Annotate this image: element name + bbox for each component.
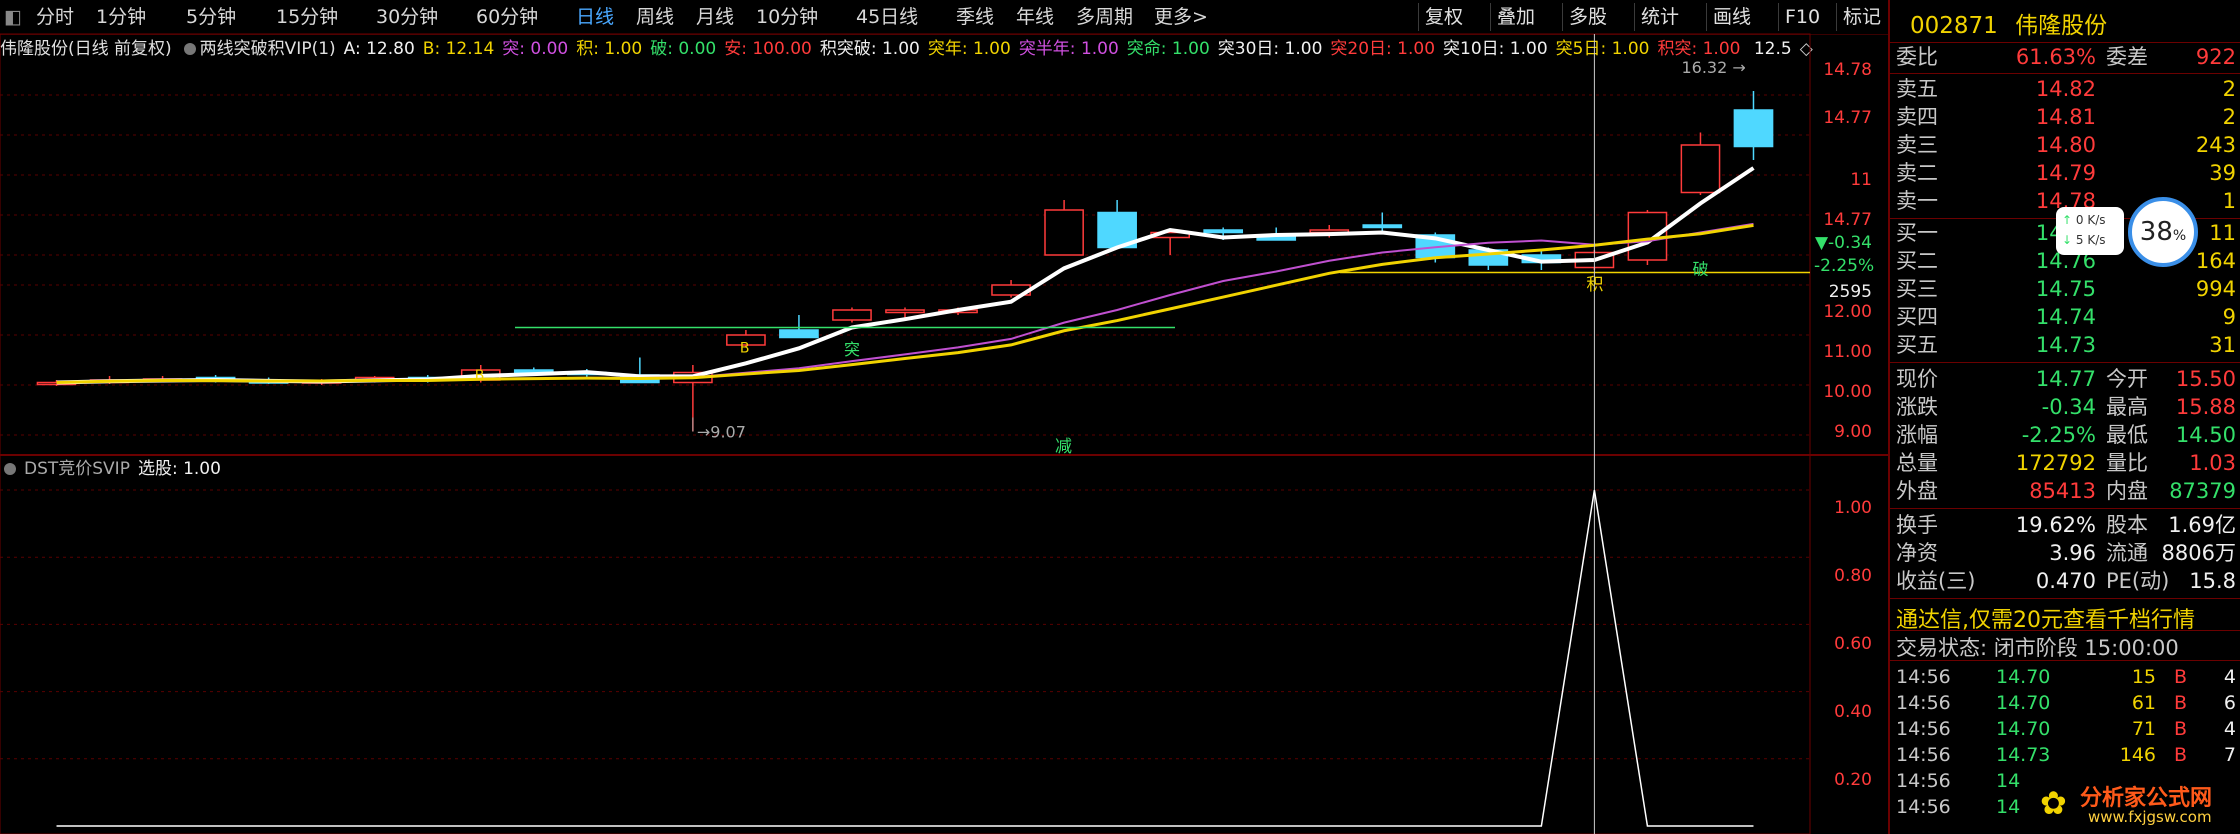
candle-body[interactable] bbox=[832, 309, 872, 321]
candle-body[interactable] bbox=[885, 309, 925, 314]
stock-name: 伟隆股份 bbox=[2015, 13, 2108, 39]
stat-row-2: 涨幅 -2.25% 最低 14.50 bbox=[1896, 423, 2236, 447]
mark-po: 破 bbox=[1692, 260, 1708, 279]
mark-b-2: B bbox=[475, 368, 485, 384]
price-tick-3: 14.77 bbox=[1823, 210, 1872, 230]
stat-row-0: 现价 14.77 今开 15.50 bbox=[1896, 367, 2236, 391]
download-arrow-icon: ↓ bbox=[2062, 233, 2073, 247]
stat-row-4: 外盘 85413 内盘 87379 bbox=[1896, 479, 2236, 503]
weibi-row: 委比 61.63% 委差 922 bbox=[1896, 45, 2236, 69]
tick-row-1: 14:56 14.70 61 B 6 bbox=[1896, 692, 2236, 714]
stock-code: 002871 bbox=[1910, 13, 1998, 39]
price-tick-0: 14.78 bbox=[1823, 60, 1872, 80]
price-tick-10: 9.00 bbox=[1834, 422, 1872, 442]
stat2-row-1: 净资 3.96 流通 8806万 bbox=[1896, 541, 2236, 565]
sell-level-2[interactable]: 卖二 14.79 39 bbox=[1896, 160, 2236, 187]
sub-tick-1: 0.80 bbox=[1834, 566, 1872, 586]
low-label: →9.07 bbox=[697, 423, 746, 442]
candle-body[interactable] bbox=[1680, 144, 1721, 194]
mark-b-1: B bbox=[740, 341, 750, 357]
watermark-logo: ✿ 分析家公式网 www.fxjgsw.com bbox=[2040, 784, 2213, 826]
mark-jian: 减 bbox=[1055, 437, 1072, 457]
sell-level-4[interactable]: 卖四 14.81 2 bbox=[1896, 104, 2236, 131]
high-label: 16.32 → bbox=[1681, 58, 1745, 77]
sub-tick-4: 0.20 bbox=[1834, 770, 1872, 790]
candle-body[interactable] bbox=[1733, 109, 1774, 148]
chart-frame bbox=[0, 33, 1811, 834]
candle-body[interactable] bbox=[1362, 224, 1403, 229]
price-tick-7: 12.00 bbox=[1823, 302, 1872, 322]
sell-level-5[interactable]: 卖五 14.82 2 bbox=[1896, 76, 2236, 103]
tick-row-2: 14:56 14.70 71 B 4 bbox=[1896, 718, 2236, 740]
stat-row-1: 涨跌 -0.34 最高 15.88 bbox=[1896, 395, 2236, 419]
price-tick-2: 11 bbox=[1850, 170, 1872, 190]
tick-row-0: 14:56 14.70 15 B 4 bbox=[1896, 666, 2236, 688]
buy-level-3[interactable]: 买三 14.75 994 bbox=[1896, 276, 2236, 303]
stock-header[interactable]: 002871 伟隆股份 bbox=[1910, 6, 2107, 40]
buy-level-5[interactable]: 买五 14.73 31 bbox=[1896, 332, 2236, 359]
net-speed-widget[interactable]: ↑ 0 K/s ↓ 5 K/s bbox=[2056, 207, 2124, 255]
tick-row-3: 14:56 14.73 146 B 7 bbox=[1896, 744, 2236, 766]
sub-axis: 1.00 0.80 0.60 0.40 0.20 bbox=[1810, 470, 1888, 834]
buy-level-4[interactable]: 买四 14.74 9 bbox=[1896, 304, 2236, 331]
flower-icon: ✿ bbox=[2040, 784, 2067, 822]
candle-body[interactable] bbox=[1627, 211, 1668, 261]
kline-chart[interactable]: →9.07 16.32 → 积 破突 B B 减 bbox=[0, 0, 1888, 834]
mark-ji: 积 bbox=[1586, 275, 1603, 295]
ma-yellow-line bbox=[56, 223, 1754, 384]
price-tick-6: 2595 bbox=[1828, 282, 1872, 302]
upload-arrow-icon: ↑ bbox=[2062, 213, 2073, 227]
sub-tick-2: 0.60 bbox=[1834, 634, 1872, 654]
sub-tick-3: 0.40 bbox=[1834, 702, 1872, 722]
memory-gauge[interactable]: 38% bbox=[2128, 197, 2198, 267]
candle-body[interactable] bbox=[1203, 229, 1244, 234]
candle-body[interactable] bbox=[1044, 209, 1084, 256]
price-tick-8: 11.00 bbox=[1823, 342, 1872, 362]
sub-tick-0: 1.00 bbox=[1834, 498, 1872, 518]
price-tick-5: -2.25% bbox=[1814, 256, 1875, 276]
price-axis: 14.78 14.77 11 14.77 ▼-0.34 -2.25% 2595 12.00 11… bbox=[1810, 0, 1888, 480]
stat2-row-2: 收益(三) 0.470 PE(动) 15.8 bbox=[1896, 569, 2236, 593]
candle-body[interactable] bbox=[779, 329, 819, 339]
mark-tu: 突 bbox=[844, 340, 860, 359]
quote-panel: 002871 伟隆股份 委比 61.63% 委差 922 卖五 14.82 2 卖四 1… bbox=[1888, 0, 2240, 834]
price-tick-1: 14.77 bbox=[1823, 108, 1872, 128]
price-tick-4: ▼-0.34 bbox=[1814, 233, 1872, 253]
sell-level-3[interactable]: 卖三 14.80 243 bbox=[1896, 132, 2236, 159]
price-tick-9: 10.00 bbox=[1823, 382, 1872, 402]
sub-series-line bbox=[56, 489, 1754, 827]
stat-row-3: 总量 172792 量比 1.03 bbox=[1896, 451, 2236, 475]
stat2-row-0: 换手 19.62% 股本 1.69亿 bbox=[1896, 513, 2236, 537]
trade-status: 交易状态: 闭市阶段 15:00:00 bbox=[1896, 636, 2179, 660]
ma-white-line bbox=[56, 166, 1755, 385]
